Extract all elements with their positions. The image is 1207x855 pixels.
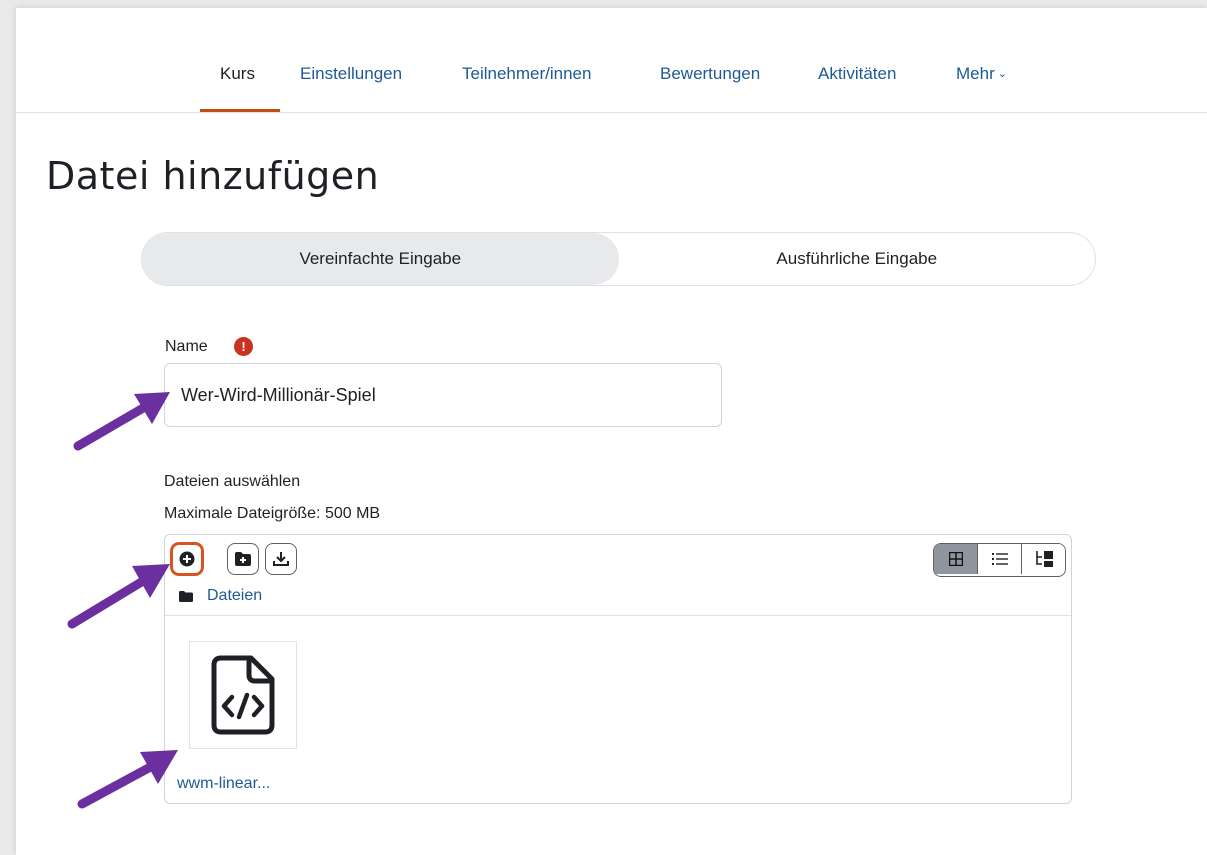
annotation-arrow-file (77, 750, 178, 809)
file-manager-divider (165, 615, 1071, 616)
tree-view-button[interactable] (1021, 544, 1065, 574)
file-item-thumbnail[interactable] (189, 641, 297, 749)
view-mode-group (933, 543, 1066, 577)
code-file-icon (211, 655, 275, 735)
list-view-button[interactable] (977, 544, 1021, 574)
tab-kurs[interactable]: Kurs (220, 64, 255, 84)
tab-mehr[interactable]: Mehr ⌄ (956, 64, 1007, 84)
page: Kurs Einstellungen Teilnehmer/innen Bewe… (16, 8, 1207, 855)
tab-teilnehmer[interactable]: Teilnehmer/innen (462, 64, 591, 84)
tab-mehr-label: Mehr (956, 64, 995, 83)
breadcrumb-dateien-link[interactable]: Dateien (207, 587, 262, 605)
tab-einstellungen[interactable]: Einstellungen (300, 64, 402, 84)
file-manager: Dateien wwm-linear... (164, 534, 1072, 804)
download-icon (273, 552, 289, 566)
list-view-icon (991, 553, 1008, 565)
name-input[interactable] (164, 363, 722, 427)
create-folder-icon (235, 552, 251, 566)
chevron-down-icon: ⌄ (997, 68, 1007, 80)
grid-view-icon (948, 552, 963, 566)
tab-aktivitaeten[interactable]: Aktivitäten (818, 64, 896, 84)
required-icon: ! (234, 337, 253, 356)
page-title: Datei hinzufügen (46, 154, 380, 198)
mode-advanced-option[interactable]: Ausführliche Eingabe (619, 233, 1096, 285)
name-label: Name (165, 338, 208, 355)
mode-toggle: Vereinfachte Eingabe Ausführliche Eingab… (141, 232, 1096, 286)
secondary-navigation: Kurs Einstellungen Teilnehmer/innen Bewe… (16, 8, 1207, 113)
tab-bewertungen[interactable]: Bewertungen (660, 64, 760, 84)
download-button[interactable] (265, 543, 297, 575)
grid-view-button[interactable] (934, 544, 977, 574)
tree-view-icon (1035, 551, 1053, 567)
breadcrumb: Dateien (179, 587, 262, 605)
files-label: Dateien auswählen (164, 473, 301, 490)
annotation-arrow-add-file (67, 564, 170, 629)
mode-simple-option[interactable]: Vereinfachte Eingabe (142, 233, 619, 285)
active-tab-indicator (200, 109, 280, 112)
max-filesize-text: Maximale Dateigröße: 500 MB (164, 505, 381, 522)
annotation-arrow-name (73, 392, 170, 451)
create-folder-button[interactable] (227, 543, 259, 575)
